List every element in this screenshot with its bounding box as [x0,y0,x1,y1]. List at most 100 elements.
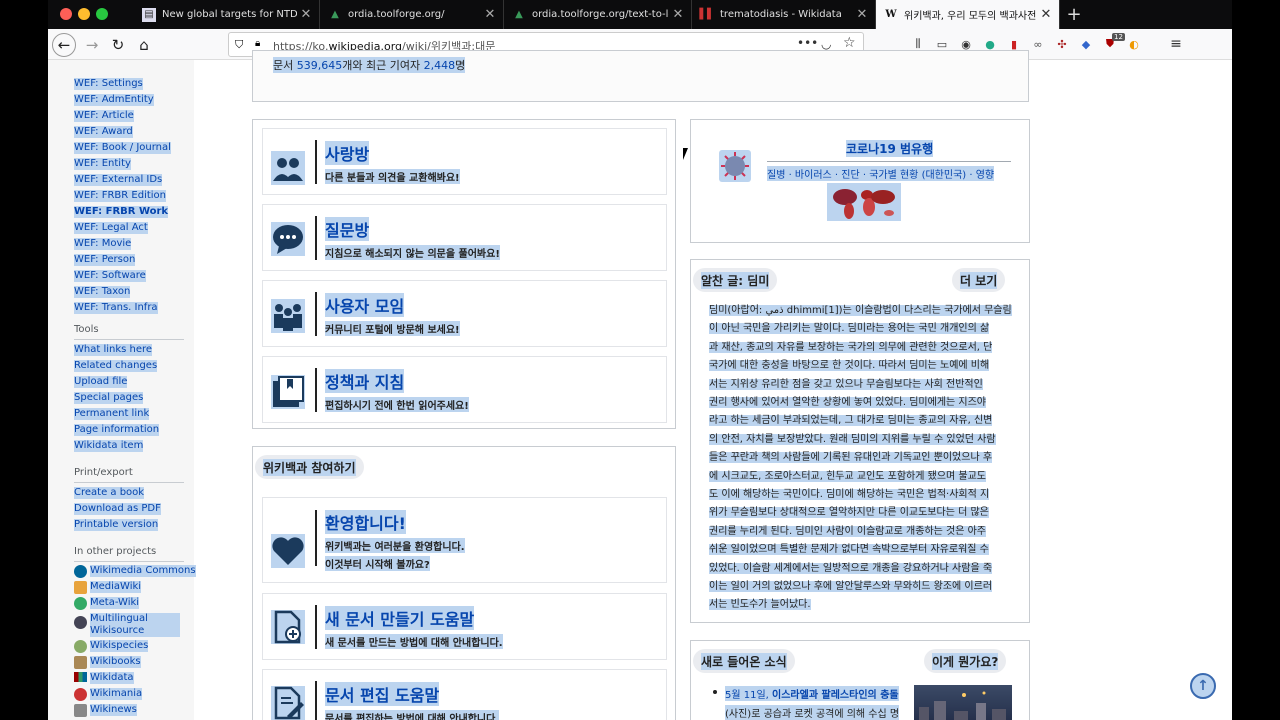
extension-glasses-icon[interactable]: ∞ [1030,36,1046,52]
new-tab-button[interactable]: + [1064,4,1084,25]
sidebar-link-wef-article[interactable]: WEF: Article [74,110,134,122]
community-card-title[interactable]: 정책과 지침 [325,369,405,393]
close-tab-icon[interactable]: ✕ [1037,7,1055,22]
menu-icon[interactable]: ≡ [1168,36,1184,52]
participate-card-desc: 새 문서를 만드는 방법에 대해 안내합니다. [325,634,503,649]
mouse-cursor-icon [683,148,693,160]
extension-orange-icon[interactable]: ◐ [1126,36,1142,52]
sidebar-link-commons[interactable]: Wikimedia Commons [90,565,196,577]
sidebar-link-wef-book[interactable]: WEF: Book / Journal [74,142,171,154]
sidebar-link-wikidata[interactable]: Wikidata [90,672,134,684]
sidebar-link-wef-external-ids[interactable]: WEF: External IDs [74,174,163,186]
sidebar-link-what-links-here[interactable]: What links here [74,344,153,356]
sidebar-link-wef-movie[interactable]: WEF: Movie [74,238,132,250]
participate-card-welcome[interactable]: 환영합니다! 위키백과는 여러분을 환영합니다. 이것부터 시작해 볼까요? [262,497,667,583]
sidebar-link-wef-entity[interactable]: WEF: Entity [74,158,131,170]
back-button[interactable]: ← [52,33,76,57]
print-export-heading: Print/export [74,467,133,478]
community-card-policy[interactable]: 정책과 지침 편집하시기 전에 한번 읽어주세요! [262,356,667,423]
reload-button[interactable]: ↻ [106,33,130,57]
divider [74,561,184,562]
community-card-title[interactable]: 질문방 [325,217,370,241]
tab-wikidata[interactable]: ▌▌ trematodiasis - Wikidata ✕ [692,0,876,29]
pocket-icon[interactable]: ◡ [821,37,831,51]
sidebar-link-wikisource[interactable]: Multilingual Wikisource [90,613,180,637]
participate-card-title[interactable]: 환영합니다! [325,510,406,534]
sidebar-link-wef-award[interactable]: WEF: Award [74,126,133,138]
community-card-title[interactable]: 사랑방 [325,141,370,165]
sidebar-link-download-pdf[interactable]: Download as PDF [74,503,161,515]
sidebar-link-wikispecies[interactable]: Wikispecies [90,640,149,652]
sidebar-link-permanent-link[interactable]: Permanent link [74,408,150,420]
sidebar-link-wikibooks[interactable]: Wikibooks [90,656,141,668]
sidebar-link-wef-frbr-edition[interactable]: WEF: FRBR Edition [74,190,167,202]
extension-cap-icon[interactable]: ◆ [1078,36,1094,52]
community-card-desc: 다른 분들과 의견을 교환해봐요! [325,169,460,184]
sidebar-link-special-pages[interactable]: Special pages [74,392,144,404]
sidebar-link-upload-file[interactable]: Upload file [74,376,128,388]
sidebar-link-wikidata-item[interactable]: Wikidata item [74,440,144,452]
participate-card-new-article[interactable]: 새 문서 만들기 도움말 새 문서를 만드는 방법에 대해 안내합니다. [262,593,667,660]
scroll-to-top-button[interactable]: ↑ [1190,673,1216,699]
sidebar-link-mediawiki[interactable]: MediaWiki [90,581,142,593]
maximize-window-button[interactable] [96,8,108,20]
world-map-image[interactable] [827,183,901,221]
community-card-sarangbang[interactable]: 사랑방 다른 분들과 의견을 교환해봐요! [262,128,667,195]
sidebar-link-wef-settings[interactable]: WEF: Settings [74,78,143,90]
sidebar-link-page-information[interactable]: Page information [74,424,160,436]
sidebar-link-meta-wiki[interactable]: Meta-Wiki [90,597,140,609]
forward-button[interactable]: → [80,33,104,57]
news-photo[interactable] [914,685,1012,720]
divider [315,216,317,260]
lock-icon[interactable]: 🔒︎ [255,38,260,49]
article-count-link[interactable]: 539,645 [297,59,343,72]
sidebar-link-wef-admentity[interactable]: WEF: AdmEntity [74,94,154,106]
community-card-user-group[interactable]: 사용자 모임 커뮤니티 포털에 방문해 보세요! [262,280,667,347]
tab-ordia[interactable]: ▲ ordia.toolforge.org/ ✕ [320,0,504,29]
sidebar-link-wef-legal-act[interactable]: WEF: Legal Act [74,222,148,234]
featured-line: 국가에 대한 충성을 바탕으로 한 것이다. 따라서 딤미는 노예에 비해 [709,360,990,371]
sidebar-link-create-book[interactable]: Create a book [74,487,145,499]
tab-ntds[interactable]: ▤ New global targets for NTDs in ✕ [134,0,320,29]
shield-icon[interactable]: ⛉ [235,38,243,52]
featured-more-button[interactable]: 더 보기 [952,268,1006,292]
browser-window: ▤ New global targets for NTDs in ✕ ▲ ord… [48,0,1232,720]
participate-card-edit-help[interactable]: 문서 편집 도움말 문서를 편집하는 방법에 대해 안내합니다. [262,669,667,720]
sidebar-link-wef-frbr-work[interactable]: WEF: FRBR Work [74,206,169,218]
sidebar-link-wef-person[interactable]: WEF: Person [74,254,136,266]
home-button[interactable]: ⌂ [132,33,156,57]
sidebar-link-related-changes[interactable]: Related changes [74,360,158,372]
covid-links[interactable]: 질병 · 바이러스 · 진단 · 국가별 현황 (대한민국) · 영향 [767,166,995,181]
covid-title-link[interactable]: 코로나19 범유행 [846,140,934,157]
news-heading: 새로 들어온 소식 [693,649,795,673]
page-actions-icon[interactable]: ••• [797,36,818,50]
featured-line: 도 이에 해당하는 국민이다. 딤미에 해당하는 국민은 법적·사회적 지 [709,489,990,500]
community-card-title[interactable]: 사용자 모임 [325,293,405,317]
participate-card-title[interactable]: 새 문서 만들기 도움말 [325,606,475,630]
sidebar-link-wikinews[interactable]: Wikinews [90,704,137,716]
news-about-button[interactable]: 이게 뭔가요? [924,649,1007,673]
minimize-window-button[interactable] [78,8,90,20]
close-tab-icon[interactable]: ✕ [669,7,687,22]
close-tab-icon[interactable]: ✕ [853,7,871,22]
participate-card-title[interactable]: 문서 편집 도움말 [325,682,440,706]
sidebar-link-wef-taxon[interactable]: WEF: Taxon [74,286,131,298]
community-card-question[interactable]: 질문방 지침으로 해소되지 않는 의문을 풀어봐요! [262,204,667,271]
featured-line: 있었다. 이슬람 세계에서는 일방적으로 개종을 강요하거나 사람을 죽 [709,563,993,574]
sidebar-link-wef-trans-infra[interactable]: WEF: Trans. Infra [74,302,158,314]
sidebar-link-wef-software[interactable]: WEF: Software [74,270,146,282]
close-tab-icon[interactable]: ✕ [297,7,315,22]
other-projects-heading: In other projects [74,546,157,557]
sidebar-link-printable-version[interactable]: Printable version [74,519,159,531]
divider [315,510,317,566]
contributor-count-link[interactable]: 2,448 [424,59,456,72]
bookmark-star-icon[interactable]: ☆ [843,35,856,51]
commons-icon [74,565,87,578]
sidebar-link-wikimania[interactable]: Wikimania [90,688,143,700]
tab-wikipedia[interactable]: W 위키백과, 우리 모두의 백과사전 ✕ [876,0,1060,29]
close-tab-icon[interactable]: ✕ [481,7,499,22]
tab-ordia-text-to-lexeme[interactable]: ▲ ordia.toolforge.org/text-to-lexe ✕ [504,0,692,29]
close-window-button[interactable] [60,8,72,20]
extension-pattern-icon[interactable]: ✣ [1054,36,1070,52]
news-item-1[interactable]: 5월 11일, 이스라엘과 팔레스타인의 충돌 [725,686,899,701]
